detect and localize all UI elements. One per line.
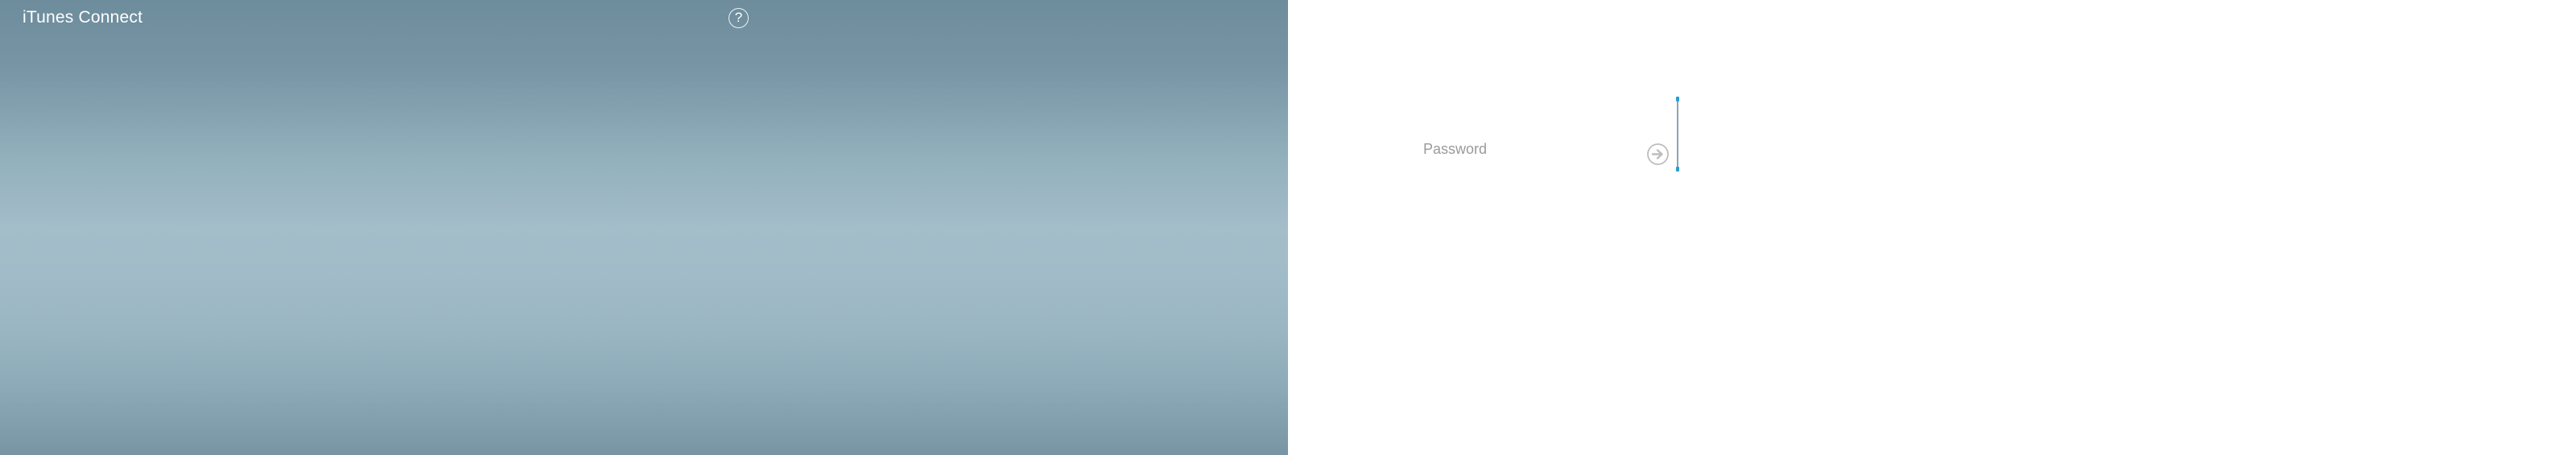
brand-panel: iTunes Connect ? bbox=[0, 0, 1288, 455]
sign-in-button[interactable] bbox=[1646, 143, 1670, 166]
arrow-right-circle-icon bbox=[1647, 143, 1669, 165]
scroll-top-handle[interactable] bbox=[1676, 97, 1679, 101]
password-field[interactable] bbox=[1423, 130, 1633, 168]
sign-in-panel bbox=[1288, 0, 2576, 455]
help-icon[interactable]: ? bbox=[729, 8, 749, 28]
scroll-bottom-handle[interactable] bbox=[1676, 167, 1679, 172]
app-title: iTunes Connect bbox=[23, 8, 143, 27]
help-glyph: ? bbox=[734, 10, 743, 25]
login-page: iTunes Connect ? bbox=[0, 0, 2576, 455]
scroll-track[interactable] bbox=[1677, 99, 1678, 169]
